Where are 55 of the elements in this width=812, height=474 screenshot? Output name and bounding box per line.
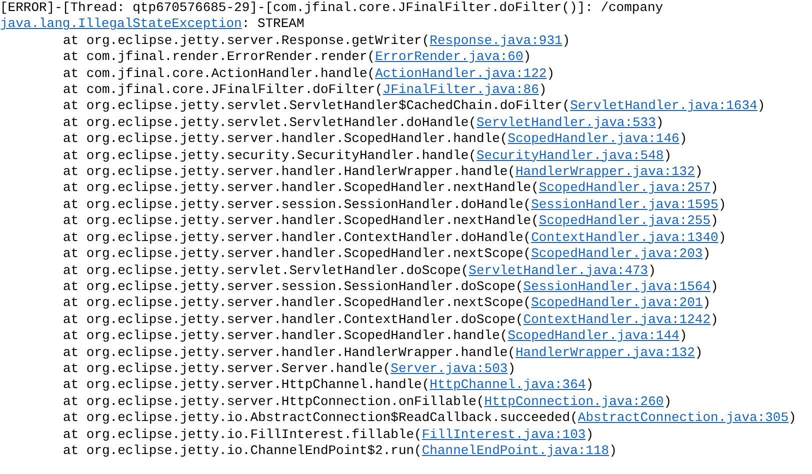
stack-frame: at org.eclipse.jetty.server.handler.ContextHandler.doHandle(ContextHandler.java:1340) bbox=[0, 230, 726, 246]
source-link[interactable]: HttpChannel.java:364 bbox=[430, 377, 586, 392]
stack-frame: at org.eclipse.jetty.servlet.ServletHandler$CachedChain.doFilter(ServletHandler.java:1634) bbox=[0, 98, 766, 115]
source-link[interactable]: ScopedHandler.java:257 bbox=[538, 180, 711, 196]
exception-link[interactable]: java.lang.IllegalStateException bbox=[0, 16, 242, 32]
source-link[interactable]: Response.java:931 bbox=[430, 32, 562, 48]
stack-frame: at org.eclipse.jetty.servlet.ServletHandler.doHandle(ServletHandler.java:533) bbox=[0, 114, 664, 132]
stack-frame: at org.eclipse.jetty.server.session.SessionHandler.doHandle(SessionHandler.java:1595) bbox=[0, 196, 726, 214]
source-link[interactable]: ScopedHandler.java:146 bbox=[508, 131, 680, 146]
stack-frame: at org.eclipse.jetty.server.handler.ScopedHandler.nextScope(ScopedHandler.java:203) bbox=[0, 246, 711, 262]
stack-frame: at org.eclipse.jetty.server.handler.ContextHandler.doScope(ContextHandler.java:1242) bbox=[0, 312, 718, 328]
stack-frame: at org.eclipse.jetty.security.SecurityHandler.handle(SecurityHandler.java:548) bbox=[0, 148, 672, 164]
source-link[interactable]: Server.java:503 bbox=[390, 360, 508, 376]
stack-frame: at org.eclipse.jetty.server.handler.ScopedHandler.nextHandle(ScopedHandler.java:257) bbox=[0, 180, 718, 197]
source-link[interactable]: FillInterest.java:103 bbox=[422, 426, 586, 442]
log-header: [ERROR]-[Thread: qtp670576685-29]-[com.jfinal.core.JFinalFilter.doFilter()]: /company bbox=[0, 0, 664, 16]
source-link[interactable]: SessionHandler.java:1564 bbox=[523, 278, 711, 294]
exception-line: java.lang.IllegalStateException: STREAM bbox=[0, 16, 304, 33]
source-link[interactable]: SecurityHandler.java:548 bbox=[476, 148, 664, 163]
source-link[interactable]: ServletHandler.java:533 bbox=[476, 114, 656, 130]
stack-frame: at org.eclipse.jetty.io.ChannelEndPoint$2.run(ChannelEndPoint.java:118) bbox=[0, 442, 617, 460]
source-link[interactable]: ContextHandler.java:1242 bbox=[523, 312, 711, 327]
source-link[interactable]: JFinalFilter.java:86 bbox=[382, 82, 539, 98]
stack-frame: at org.eclipse.jetty.server.Server.handle(Server.java:503) bbox=[0, 360, 516, 378]
source-link[interactable]: ContextHandler.java:1340 bbox=[531, 230, 718, 245]
stack-frame: at org.eclipse.jetty.server.handler.HandlerWrapper.handle(HandlerWrapper.java:132) bbox=[0, 164, 703, 180]
stack-frame: at org.eclipse.jetty.server.Response.getWriter(Response.java:931) bbox=[0, 32, 570, 50]
stack-frame: at org.eclipse.jetty.server.handler.ScopedHandler.nextHandle(ScopedHandler.java:255) bbox=[0, 213, 718, 230]
source-link[interactable]: HandlerWrapper.java:132 bbox=[515, 344, 695, 360]
source-link[interactable]: ActionHandler.java:122 bbox=[375, 66, 547, 81]
source-link[interactable]: ServletHandler.java:1634 bbox=[570, 98, 758, 114]
source-link[interactable]: ScopedHandler.java:255 bbox=[538, 213, 711, 228]
source-link[interactable]: SessionHandler.java:1595 bbox=[531, 196, 718, 212]
source-link[interactable]: ChannelEndPoint.java:118 bbox=[422, 442, 610, 458]
source-link[interactable]: HandlerWrapper.java:132 bbox=[515, 164, 695, 180]
source-link[interactable]: HttpConnection.java:260 bbox=[484, 394, 664, 409]
stack-frame: at org.eclipse.jetty.server.handler.ScopedHandler.handle(ScopedHandler.java:144) bbox=[0, 328, 688, 345]
stack-frame: at com.jfinal.core.JFinalFilter.doFilter(JFinalFilter.java:86) bbox=[0, 82, 547, 98]
source-link[interactable]: ScopedHandler.java:201 bbox=[531, 295, 703, 310]
source-link[interactable]: ServletHandler.java:473 bbox=[468, 262, 648, 278]
stack-frame: at org.eclipse.jetty.io.FillInterest.fillable(FillInterest.java:103) bbox=[0, 426, 594, 443]
stack-frame: at org.eclipse.jetty.server.HttpChannel.handle(HttpChannel.java:364) bbox=[0, 377, 594, 394]
source-link[interactable]: ScopedHandler.java:144 bbox=[508, 328, 680, 344]
stack-frame: at org.eclipse.jetty.server.handler.ScopedHandler.nextScope(ScopedHandler.java:201) bbox=[0, 295, 711, 312]
source-link[interactable]: AbstractConnection.java:305 bbox=[578, 410, 789, 426]
stack-frame: at org.eclipse.jetty.server.handler.HandlerWrapper.handle(HandlerWrapper.java:132) bbox=[0, 344, 703, 361]
stack-frame: at org.eclipse.jetty.server.session.SessionHandler.doScope(SessionHandler.java:1564) bbox=[0, 278, 718, 296]
stack-frame: at org.eclipse.jetty.server.HttpConnection.onFillable(HttpConnection.java:260) bbox=[0, 394, 672, 410]
stack-frame: at org.eclipse.jetty.server.handler.ScopedHandler.handle(ScopedHandler.java:146) bbox=[0, 131, 688, 148]
source-link[interactable]: ErrorRender.java:60 bbox=[375, 49, 524, 64]
stack-frame: at org.eclipse.jetty.io.AbstractConnection$ReadCallback.succeeded(AbstractConnection.java:305) bbox=[0, 410, 796, 427]
stack-frame: at com.jfinal.render.ErrorRender.render(ErrorRender.java:60) bbox=[0, 49, 532, 66]
stack-frame: at com.jfinal.core.ActionHandler.handle(ActionHandler.java:122) bbox=[0, 66, 555, 82]
stack-frame: at org.eclipse.jetty.servlet.ServletHandler.doScope(ServletHandler.java:473) bbox=[0, 262, 656, 279]
source-link[interactable]: ScopedHandler.java:203 bbox=[531, 246, 703, 262]
